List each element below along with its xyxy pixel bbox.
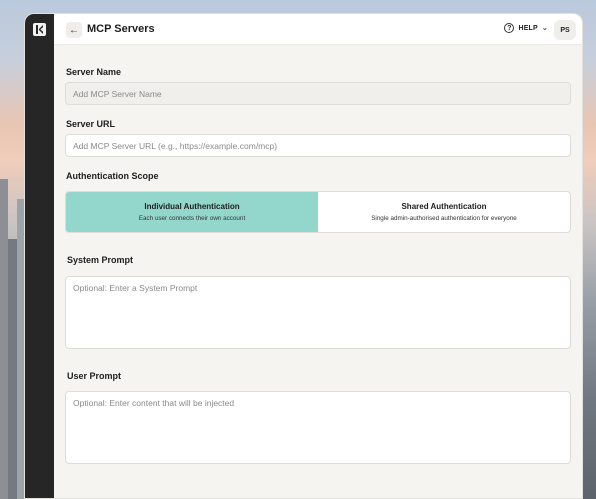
server-name-placeholder: Add MCP Server Name (73, 88, 162, 99)
server-name-label: Server Name (66, 67, 122, 77)
help-menu[interactable]: ? HELP ⌄ (504, 23, 548, 33)
user-prompt-placeholder: Optional: Enter content that will be inj… (73, 398, 235, 408)
chevron-down-icon: ⌄ (541, 25, 548, 32)
system-prompt-label: System Prompt (67, 255, 134, 265)
server-name-input[interactable]: Add MCP Server Name (65, 82, 571, 105)
app-window: ← MCP Servers ? HELP ⌄ PS Server Name Ad… (24, 13, 583, 499)
auth-option-title: Individual Authentication (144, 202, 240, 211)
page-title: MCP Servers (87, 23, 155, 35)
server-url-label: Server URL (66, 119, 116, 129)
back-button[interactable]: ← (66, 22, 82, 38)
system-prompt-textarea[interactable]: Optional: Enter a System Prompt (65, 276, 571, 349)
help-label: HELP (518, 24, 538, 32)
auth-scope-label: Authentication Scope (66, 171, 159, 181)
app-logo-icon[interactable] (33, 23, 46, 36)
auth-scope-toggle: Individual Authentication Each user conn… (65, 191, 571, 233)
avatar[interactable]: PS (554, 20, 576, 40)
auth-option-individual[interactable]: Individual Authentication Each user conn… (66, 192, 318, 232)
sidebar-rail (25, 14, 54, 498)
top-bar: ← MCP Servers ? HELP ⌄ PS (54, 14, 582, 45)
auth-option-shared[interactable]: Shared Authentication Single admin-autho… (318, 192, 570, 232)
user-prompt-textarea[interactable]: Optional: Enter content that will be inj… (65, 391, 571, 464)
auth-option-subtitle: Single admin-authorised authentication f… (371, 215, 517, 222)
server-url-input[interactable]: Add MCP Server URL (e.g., https://exampl… (65, 134, 571, 157)
auth-option-subtitle: Each user connects their own account (138, 215, 246, 222)
user-prompt-label: User Prompt (67, 371, 122, 381)
help-circle-icon: ? (504, 23, 515, 33)
system-prompt-placeholder: Optional: Enter a System Prompt (73, 283, 198, 293)
form-content: Server Name Add MCP Server Name Server U… (54, 45, 582, 498)
arrow-left-icon: ← (69, 24, 79, 36)
auth-option-title: Shared Authentication (401, 202, 487, 211)
server-url-placeholder: Add MCP Server URL (e.g., https://exampl… (73, 140, 278, 151)
